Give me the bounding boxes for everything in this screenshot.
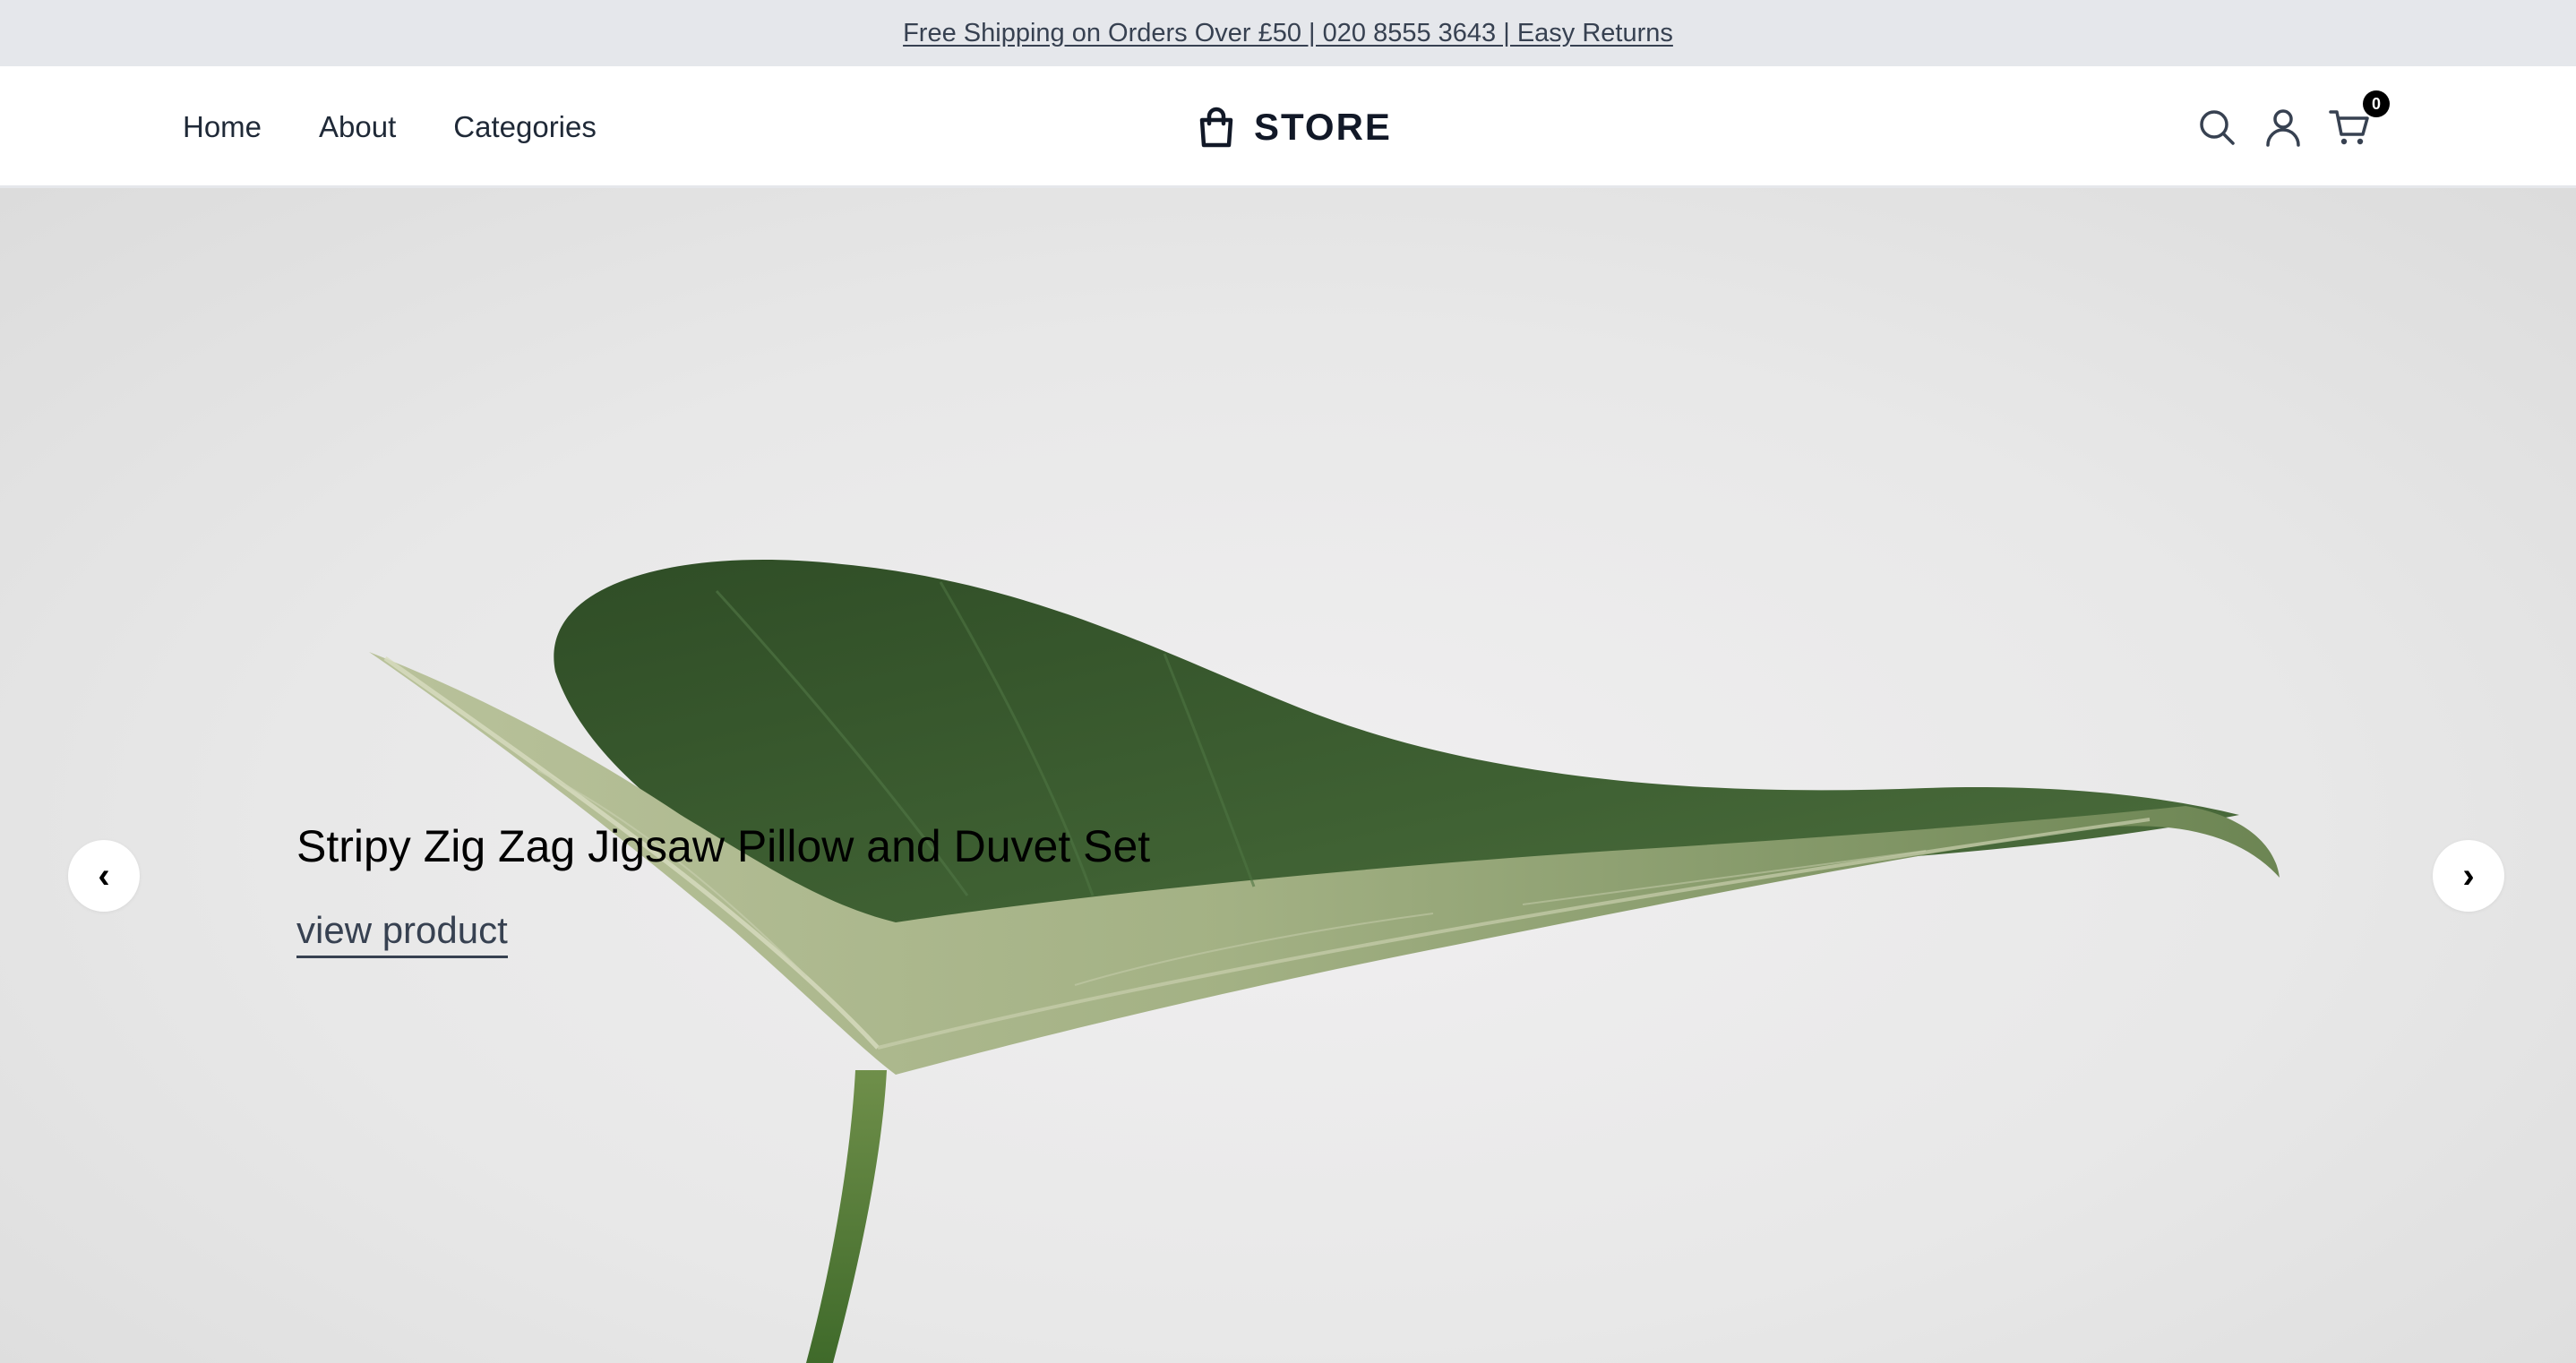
- header-actions: 0: [2196, 66, 2390, 188]
- announcement-link[interactable]: Free Shipping on Orders Over £50 | 020 8…: [903, 19, 1673, 48]
- announcement-bar: Free Shipping on Orders Over £50 | 020 8…: [0, 0, 2576, 66]
- store-logo[interactable]: STORE: [1197, 66, 1392, 188]
- nav-link-home[interactable]: Home: [183, 110, 262, 144]
- chevron-left-icon: ‹: [98, 855, 110, 896]
- cart-icon[interactable]: 0: [2329, 90, 2390, 148]
- hero-product-title: Stripy Zig Zag Jigsaw Pillow and Duvet S…: [296, 821, 1151, 871]
- cart-count-badge: 0: [2363, 90, 2390, 117]
- user-icon[interactable]: [2263, 107, 2304, 148]
- nav-link-about[interactable]: About: [319, 110, 396, 144]
- slider-prev-button[interactable]: ‹: [68, 840, 140, 912]
- hero-slider: Stripy Zig Zag Jigsaw Pillow and Duvet S…: [0, 188, 2576, 1363]
- logo-text: STORE: [1254, 106, 1392, 148]
- shopping-bag-icon: [1197, 106, 1236, 149]
- search-icon[interactable]: [2196, 107, 2237, 148]
- slider-next-button[interactable]: ›: [2433, 840, 2504, 912]
- chevron-right-icon: ›: [2462, 855, 2475, 896]
- view-product-link[interactable]: view product: [296, 909, 508, 958]
- nav-link-categories[interactable]: Categories: [453, 110, 597, 144]
- hero-leaf-image: [369, 560, 2280, 1363]
- main-nav: Home About Categories: [183, 66, 597, 188]
- header-nav: Home About Categories STORE 0: [0, 66, 2576, 188]
